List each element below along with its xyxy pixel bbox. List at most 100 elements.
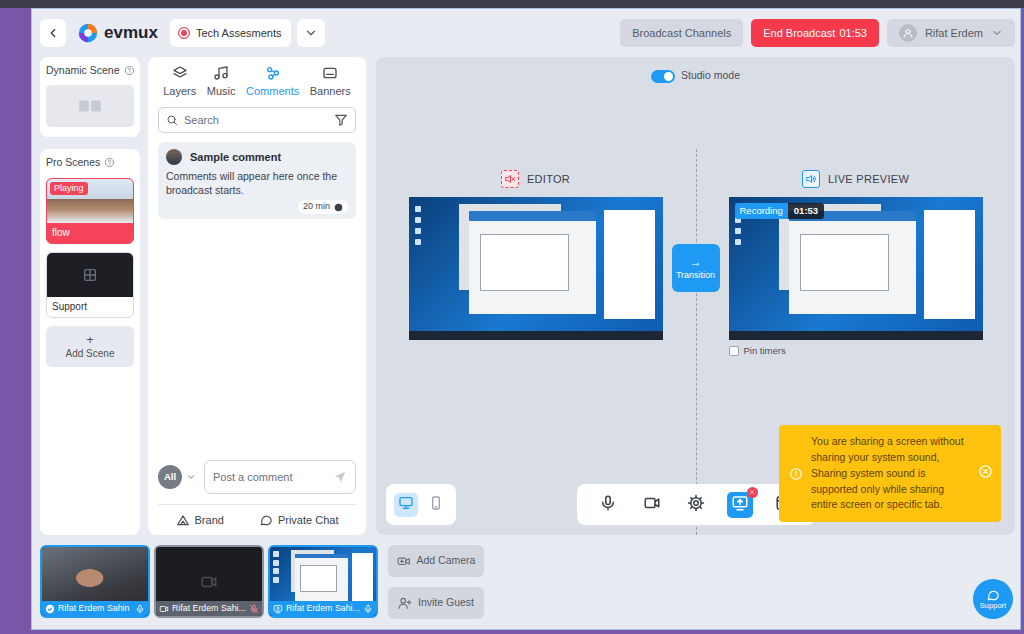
project-selector[interactable]: Tech Assesments [170,19,292,47]
send-icon [333,470,347,484]
support-button[interactable]: Support [973,579,1013,619]
close-toast-button[interactable] [978,464,993,484]
panel-tab[interactable]: Comments [246,65,299,99]
panel-button[interactable]: Private Chat [255,513,343,527]
desktop-shortcut [273,577,279,583]
view-button[interactable] [424,493,448,517]
view-kind [428,495,444,514]
app-window [789,211,916,314]
end-broadcast-button[interactable]: End Broadcast01:53 [751,19,879,47]
scenes-column: Dynamic Scene Pro Scenes Playingflow Suppor… [40,57,140,535]
source-tile[interactable]: Rifat Erdem Sahin [40,545,150,618]
pro-scenes-card: Pro Scenes Playingflow Support +Add Scene [40,149,140,535]
window-title-bar [469,211,596,220]
view-button[interactable] [394,493,418,517]
panel-button[interactable]: Brand [172,513,228,527]
pin-timers-checkbox[interactable] [729,346,739,356]
brand-icon [176,513,190,527]
source-tile[interactable]: Rifat Erdem Sahi... [268,545,378,618]
pro-scenes-title: Pro Scenes [46,156,100,170]
desktop-shortcut [273,560,279,566]
desktop-shortcut [273,568,279,574]
recording-label: Recording [735,203,788,219]
dynamic-scene-card: Dynamic Scene [40,57,140,137]
plus-sign: + [48,333,132,347]
action-button[interactable]: Add Camera [388,545,484,577]
chevron-down-icon [304,26,318,40]
audio-toggle[interactable] [501,170,519,188]
logo: evmux [78,22,158,44]
layers-icon [172,65,188,81]
app-window [352,553,373,605]
mic-muted-icon [249,604,259,614]
pin-timers: Pin timers [729,345,983,357]
back-button[interactable] [40,19,66,47]
source-actions: Add Camera Invite Guest [388,545,484,619]
comment-text: Comments will appear here once the broad… [166,170,348,197]
age-text: 20 min [303,201,330,213]
transition-button[interactable]: →Transition [672,244,720,292]
support-label: Support [980,602,1006,610]
center-divider [696,149,697,535]
desktop-icon [398,495,414,511]
banner-icon [322,65,338,81]
panel-tab[interactable]: Music [207,65,236,99]
audience-selector[interactable]: All [158,465,196,489]
top-strip [0,0,1024,8]
user-menu[interactable]: Rifat Erdem [887,19,1015,47]
comment-header: Sample comment [166,149,348,165]
scene-item[interactable]: Playingflow [46,178,134,244]
dynamic-scene-thumbnail[interactable] [46,85,134,127]
comment-input[interactable] [213,470,327,484]
panel-tab[interactable]: Banners [310,65,351,99]
stop-badge[interactable] [747,487,758,498]
desktop-shortcut [415,217,421,223]
project-dropdown[interactable] [297,19,325,47]
desktop-shortcut [415,239,421,245]
source-list: Rifat Erdem Sahin Rifat Erdem Sahi...Rifa… [40,545,378,618]
source-tile[interactable]: Rifat Erdem Sahi... [154,545,264,618]
chat-icon [986,588,1000,602]
author-avatar [166,149,182,165]
desktop-icons [415,206,421,292]
tool-kind [687,494,705,515]
mic-icon [363,604,373,614]
mic-icon [135,604,145,614]
button-label: Invite Guest [418,596,474,610]
tab-label: Layers [163,84,196,98]
share-icon [265,65,281,81]
app-window [295,554,348,604]
transition-arrow: → [690,256,702,270]
add-scene-button[interactable]: +Add Scene [46,326,134,367]
preview-row: EDITOR→TransitionLIVE PREVIEWRecording01… [376,170,1015,357]
source-name: Rifat Erdem Sahin [58,603,132,614]
view-kind [398,495,414,514]
comment-author: Sample comment [190,150,281,164]
audio-toggle[interactable] [802,170,820,188]
desktop-shortcut [735,239,741,245]
search-box [158,107,356,133]
app-window [924,210,975,319]
close-icon [978,464,993,479]
logo-text: evmux [104,22,158,44]
toolbar-button[interactable] [727,492,753,518]
chevron-down-icon [991,27,1003,39]
question-icon [104,157,115,168]
app-window [604,210,655,319]
comments-panel: Layers Music Comments Banners Sample comment… [148,57,366,535]
editor-column: EDITOR [409,170,663,340]
desktop-shortcut [735,228,741,234]
panel-tab[interactable]: Layers [163,65,196,99]
camera-icon [200,573,218,591]
action-button[interactable]: Invite Guest [388,587,484,619]
view-switch [386,484,456,525]
send-button[interactable] [333,470,347,484]
toolbar-button[interactable] [683,492,709,518]
studio-mode-toggle[interactable] [651,70,675,83]
toolbar-button[interactable] [595,492,621,518]
toolbar-button[interactable] [639,492,665,518]
scene-item[interactable]: Support [46,252,134,318]
speaker-muted-icon [504,173,516,185]
broadcast-channels-button[interactable]: Broadcast Channels [620,19,743,47]
search-input[interactable] [184,113,328,127]
